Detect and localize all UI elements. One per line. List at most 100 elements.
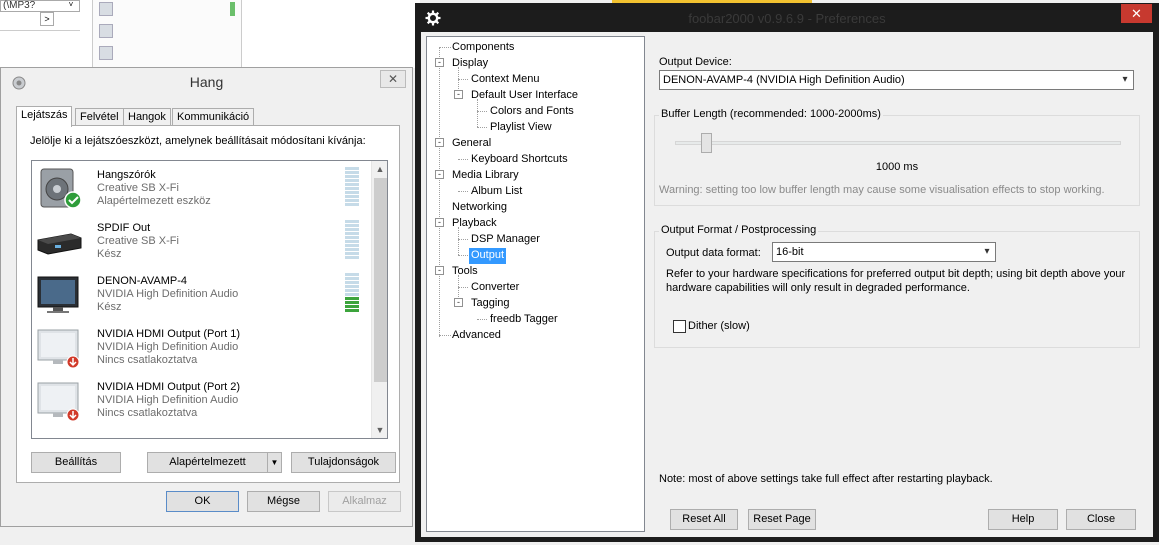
device-status: Nincs csatlakoztatva xyxy=(97,354,198,366)
list-item[interactable]: Hangszórók Creative SB X-Fi Alapértelmez… xyxy=(32,161,372,214)
chevron-down-icon: ▾ xyxy=(1122,74,1128,85)
preferences-window: foobar2000 v0.9.6.9 - Preferences ✕ - - xyxy=(415,3,1159,542)
meter-segment xyxy=(345,167,359,170)
properties-button[interactable]: Tulajdonságok xyxy=(291,452,396,473)
list-item[interactable]: NVIDIA HDMI Output (Port 1) NVIDIA High … xyxy=(32,320,372,373)
collapse-icon[interactable]: - xyxy=(435,58,444,67)
tab-recording[interactable]: Felvétel xyxy=(75,108,124,126)
tree-item-playlist-view[interactable]: Playlist View xyxy=(490,120,552,136)
tree-item-advanced[interactable]: Advanced xyxy=(452,328,501,344)
buffer-value: 1000 ms xyxy=(875,161,919,173)
preferences-tree: - - - - - - - Components Display Context… xyxy=(426,36,645,532)
tree-item-album-list[interactable]: Album List xyxy=(471,184,522,200)
meter-segment xyxy=(345,199,359,202)
tree-item-keyboard-shortcuts[interactable]: Keyboard Shortcuts xyxy=(471,152,568,168)
tree-item-media-library[interactable]: Media Library xyxy=(452,168,519,184)
meter-segment xyxy=(345,285,359,288)
configure-button[interactable]: Beállítás xyxy=(31,452,121,473)
tree-line xyxy=(439,47,440,337)
apply-button[interactable]: Alkalmaz xyxy=(328,491,401,512)
tree-line xyxy=(477,319,487,320)
device-name: Hangszórók xyxy=(97,169,156,181)
ok-button[interactable]: OK xyxy=(166,491,239,512)
output-device-dropdown[interactable]: DENON-AVAMP-4 (NVIDIA High Definition Au… xyxy=(659,70,1134,90)
playback-panel: Jelölje ki a lejátszóeszközt, amelynek b… xyxy=(16,125,400,483)
tree-item-networking[interactable]: Networking xyxy=(452,200,507,216)
tab-playback[interactable]: Lejátszás xyxy=(16,106,73,127)
tree-item-context-menu[interactable]: Context Menu xyxy=(471,72,539,88)
level-bar xyxy=(230,2,235,16)
tree-item-default-ui[interactable]: Default User Interface xyxy=(471,88,578,104)
collapse-icon[interactable]: - xyxy=(454,298,463,307)
tree-item-freedb-tagger[interactable]: freedb Tagger xyxy=(490,312,558,328)
meter-segment xyxy=(345,281,359,284)
collapse-icon[interactable]: - xyxy=(454,90,463,99)
close-dialog-button[interactable]: Close xyxy=(1066,509,1136,530)
tree-item-general[interactable]: General xyxy=(452,136,491,152)
chevron-down-icon[interactable]: ▼ xyxy=(267,453,281,472)
scroll-up-icon[interactable]: ▲ xyxy=(372,161,387,177)
speaker-default-icon xyxy=(40,168,82,209)
output-format-help-line-1: Refer to your hardware specifications fo… xyxy=(666,268,1126,280)
close-button[interactable]: ✕ xyxy=(1121,4,1152,23)
meter-segment xyxy=(345,248,359,251)
device-name: NVIDIA HDMI Output (Port 2) xyxy=(97,381,241,393)
tree-item-output[interactable]: Output xyxy=(469,248,507,264)
restart-note: Note: most of above settings take full e… xyxy=(659,473,993,485)
collapse-icon[interactable]: - xyxy=(435,138,444,147)
meter-segment xyxy=(345,273,359,276)
tab-sounds[interactable]: Hangok xyxy=(123,108,171,126)
collapse-icon[interactable]: - xyxy=(435,266,444,275)
tree-item-converter[interactable]: Converter xyxy=(471,280,519,296)
reset-page-button[interactable]: Reset Page xyxy=(748,509,816,530)
tree-item-tagging[interactable]: Tagging xyxy=(471,296,510,312)
tree-line xyxy=(458,239,468,240)
tree-item-playback[interactable]: Playback xyxy=(452,216,497,232)
tree-item-display[interactable]: Display xyxy=(452,56,488,72)
collapse-icon[interactable]: - xyxy=(435,218,444,227)
device-driver: NVIDIA High Definition Audio xyxy=(97,341,239,353)
thumbnail xyxy=(99,46,113,60)
buffer-slider-track[interactable] xyxy=(675,141,1121,145)
tab-communication[interactable]: Kommunikáció xyxy=(172,108,255,126)
chevron-down-icon: ▾ xyxy=(984,246,990,257)
background-list-item xyxy=(99,22,235,42)
meter-segment xyxy=(345,236,359,239)
window-title: Hang xyxy=(189,74,224,90)
cancel-button[interactable]: Mégse xyxy=(247,491,320,512)
tree-item-components[interactable]: Components xyxy=(452,40,514,56)
list-item[interactable]: DENON-AVAMP-4 NVIDIA High Definition Aud… xyxy=(32,267,372,320)
background-windows: (\MP3? ˅ > xyxy=(0,0,420,68)
device-driver: Creative SB X-Fi xyxy=(97,182,179,194)
device-list-scrollbar[interactable]: ▲ ▼ xyxy=(371,161,387,438)
list-item[interactable]: NVIDIA HDMI Output (Port 2) NVIDIA High … xyxy=(32,373,372,426)
output-format-dropdown[interactable]: 16-bit ▾ xyxy=(772,242,996,262)
meter-segment xyxy=(345,277,359,280)
buffer-warning: Warning: setting too low buffer length m… xyxy=(659,184,1105,196)
background-combo-text: (\MP3? xyxy=(3,0,36,11)
dither-label[interactable]: Dither (slow) xyxy=(688,320,750,332)
tree-line xyxy=(439,335,451,336)
reset-all-button[interactable]: Reset All xyxy=(670,509,738,530)
meter-segment xyxy=(345,175,359,178)
tree-item-tools[interactable]: Tools xyxy=(452,264,478,280)
preferences-body: - - - - - - - Components Display Context… xyxy=(421,32,1153,537)
set-default-label: Alapértelmezett xyxy=(169,456,246,468)
close-button[interactable]: ✕ xyxy=(380,70,406,88)
tree-line xyxy=(477,127,487,128)
thumbnail xyxy=(99,24,113,38)
list-item[interactable]: SPDIF Out Creative SB X-Fi Kész xyxy=(32,214,372,267)
scroll-thumb[interactable] xyxy=(374,178,387,382)
collapse-icon[interactable]: - xyxy=(435,170,444,179)
help-button[interactable]: Help xyxy=(988,509,1058,530)
buffer-slider-thumb[interactable] xyxy=(701,133,713,153)
scroll-down-icon[interactable]: ▼ xyxy=(372,422,387,438)
meter-segment xyxy=(345,187,359,190)
background-list-item xyxy=(99,0,235,20)
tree-item-dsp-manager[interactable]: DSP Manager xyxy=(471,232,540,248)
meter-segment xyxy=(345,179,359,182)
dither-checkbox[interactable] xyxy=(673,320,686,333)
set-default-button[interactable]: Alapértelmezett ▼ xyxy=(147,452,282,473)
tree-item-colors-fonts[interactable]: Colors and Fonts xyxy=(490,104,574,120)
device-status: Kész xyxy=(97,248,122,260)
